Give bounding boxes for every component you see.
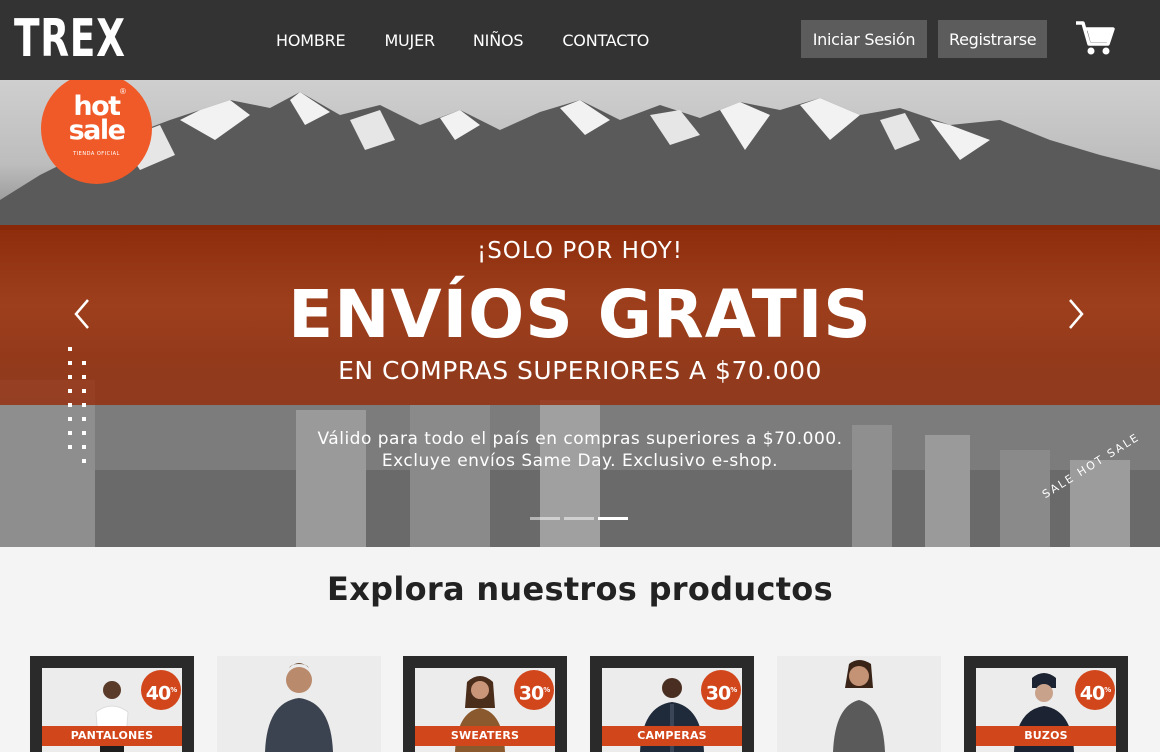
login-button[interactable]: Iniciar Sesión — [801, 20, 927, 58]
top-navbar: TREX HOMBRE MUJER NIÑOS CONTACTO Iniciar… — [0, 0, 1160, 80]
hero-banner[interactable]: hot sale ® TIENDA OFICIAL ¡SOLO POR HOY! … — [0, 80, 1160, 547]
products-section-title: Explora nuestros productos — [327, 570, 833, 608]
hero-note-line2: Excluye envíos Same Day. Exclusivo e-sho… — [381, 451, 779, 471]
discount-badge: 30% — [514, 670, 554, 710]
product-photo — [217, 656, 381, 752]
registered-icon: ® — [120, 87, 126, 96]
nav-link-ninos[interactable]: NIÑOS — [473, 31, 524, 50]
carousel-indicator-2[interactable] — [564, 517, 594, 520]
register-button[interactable]: Registrarse — [938, 20, 1047, 58]
carousel-next-arrow-icon[interactable] — [1064, 296, 1088, 332]
carousel-indicator-3[interactable] — [598, 517, 628, 520]
hero-note-line1: Válido para todo el país en compras supe… — [317, 429, 843, 449]
hero-note: Válido para todo el país en compras supe… — [0, 428, 1160, 472]
hero-kicker: ¡SOLO POR HOY! — [476, 238, 683, 264]
discount-badge: 40% — [141, 670, 181, 710]
trex-logo[interactable]: TREX — [14, 11, 160, 67]
main-nav: HOMBRE MUJER NIÑOS CONTACTO — [276, 31, 649, 50]
product-card-buzos[interactable]: 40% BUZOS — [964, 656, 1128, 752]
discount-badge: 40% — [1075, 670, 1115, 710]
product-category-label: BUZOS — [976, 726, 1116, 746]
hero-subtitle: EN COMPRAS SUPERIORES A $70.000 — [338, 356, 822, 385]
product-photo — [777, 656, 941, 752]
carousel-indicators — [530, 517, 628, 520]
product-category-label: PANTALONES — [42, 726, 182, 746]
hot-sale-subtext: TIENDA OFICIAL — [73, 151, 120, 157]
nav-link-hombre[interactable]: HOMBRE — [276, 31, 346, 50]
shopping-cart-icon[interactable] — [1075, 18, 1115, 58]
carousel-indicator-1[interactable] — [530, 517, 560, 520]
logo-text: TREX — [14, 9, 126, 69]
discount-badge: 30% — [701, 670, 741, 710]
product-card-sweaters[interactable]: 30% SWEATERS — [403, 656, 567, 752]
carousel-prev-arrow-icon[interactable] — [70, 296, 94, 332]
product-category-label: CAMPERAS — [602, 726, 742, 746]
product-card-camperas[interactable]: 30% CAMPERAS — [590, 656, 754, 752]
product-card-pantalones[interactable]: 40% PANTALONES — [30, 656, 194, 752]
hero-title: ENVÍOS GRATIS — [288, 276, 872, 353]
decorative-dots-icon — [68, 347, 86, 463]
product-card-5[interactable] — [777, 656, 941, 752]
nav-link-contacto[interactable]: CONTACTO — [562, 31, 649, 50]
hot-sale-text: hot sale — [68, 91, 126, 146]
nav-link-mujer[interactable]: MUJER — [384, 31, 435, 50]
product-category-label: SWEATERS — [415, 726, 555, 746]
product-card-2[interactable] — [217, 656, 381, 752]
